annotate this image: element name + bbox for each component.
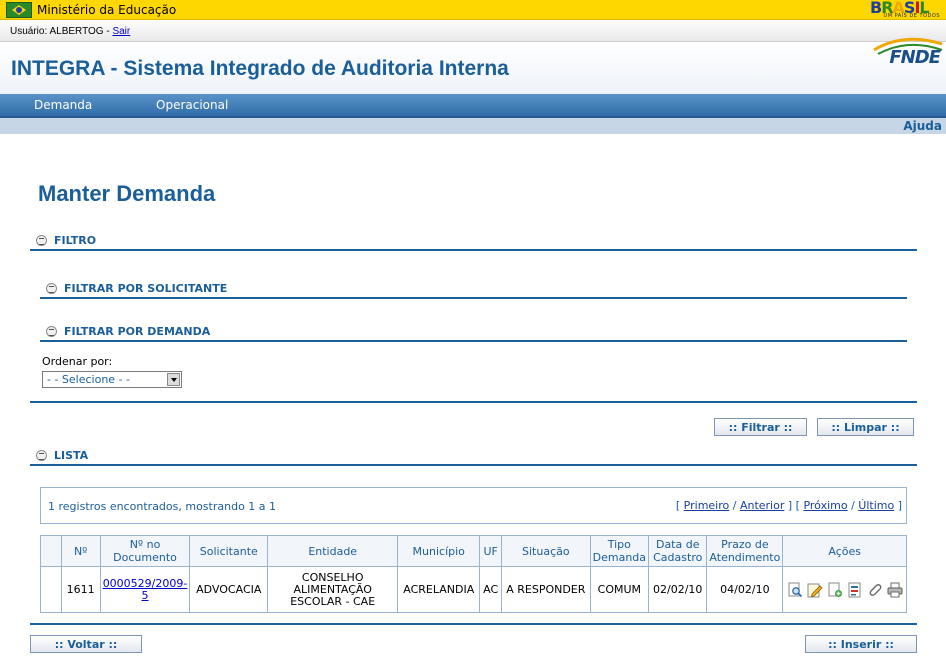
fnde-logo-text: FNDE [889,47,941,68]
table-header-row: Nº Nº no Documento Solicitante Entidade … [40,535,907,567]
lista-divider [30,464,917,466]
edit-icon[interactable] [807,582,823,598]
filter-bottom-divider [30,401,917,403]
cell-documento: 0000529/2009-5 [99,566,191,613]
view-icon[interactable] [787,582,803,598]
collapse-icon[interactable] [36,235,47,246]
user-bar: Usuário: ALBERTOG - Sair [0,20,946,42]
demanda-divider [40,340,907,342]
cell-municipio: ACRELANDIA [397,566,481,613]
col-tipo: Tipo Demanda [589,535,650,567]
gov-title: Ministério da Educação [37,3,177,17]
filtro-demanda-title: FILTRAR POR DEMANDA [64,325,211,338]
filtro-section-header[interactable]: FILTRO [36,234,96,247]
chevron-down-icon[interactable] [167,373,180,386]
fnde-logo: FNDE [864,22,944,68]
brazil-flag-icon [6,2,32,18]
menu-operacional[interactable]: Operacional [156,98,228,112]
collapse-icon[interactable] [46,326,57,337]
ordenar-label: Ordenar por: [42,355,113,368]
limpar-button[interactable]: :: Limpar :: [817,418,914,436]
cell-uf: AC [479,566,502,613]
filtro-solicitante-title: FILTRAR POR SOLICITANTE [64,282,228,295]
documento-link[interactable]: 0000529/2009-5 [103,577,188,602]
cell-data-cadastro: 02/02/10 [648,566,708,613]
app-header: INTEGRA - Sistema Integrado de Auditoria… [0,37,946,94]
bottom-divider [30,623,917,625]
filtro-solicitante-header[interactable]: FILTRAR POR SOLICITANTE [46,282,227,295]
inserir-button[interactable]: :: Inserir :: [805,635,917,653]
lista-section-header[interactable]: LISTA [36,449,88,462]
col-prazo: Prazo de Atendimento [706,535,784,567]
menu-demanda[interactable]: Demanda [34,98,92,112]
pager-last[interactable]: Último [858,499,894,512]
user-label: Usuário: ALBERTOG - [10,26,113,37]
col-documento: Nº no Documento [99,535,191,567]
collapse-icon[interactable] [36,450,47,461]
ordenar-selected-value: - - Selecione - - [47,373,131,386]
app-title: INTEGRA - Sistema Integrado de Auditoria… [11,57,509,80]
user-info: Usuário: ALBERTOG - Sair [10,26,130,37]
cell-situacao: A RESPONDER [501,566,591,613]
col-numero: Nº [60,535,101,567]
col-situacao: Situação [501,535,591,567]
lista-title: LISTA [54,449,89,462]
pager-prev[interactable]: Anterior [740,499,784,512]
menu-bar: Demanda Operacional [0,94,946,118]
help-link[interactable]: Ajuda [903,119,942,133]
pager-first[interactable]: Primeiro [684,499,730,512]
cell-prazo: 04/02/10 [706,566,784,613]
col-uf: UF [479,535,502,567]
ordenar-select[interactable]: - - Selecione - - [42,371,182,388]
gov-bar: Ministério da Educação BRASIL UM PAÍS DE… [0,0,946,20]
cell-entidade: CONSELHO ALIMENTAÇÃO ESCOLAR - CAE [267,566,399,613]
pagination: [ Primeiro / Anterior ] [ Próximo / Últi… [675,499,902,512]
cell-select [40,566,62,613]
cell-tipo: COMUM [589,566,650,613]
filtro-demanda-header[interactable]: FILTRAR POR DEMANDA [46,325,210,338]
logout-link[interactable]: Sair [112,26,130,37]
demandas-table: Nº Nº no Documento Solicitante Entidade … [40,535,907,613]
col-municipio: Município [397,535,481,567]
help-bar: Ajuda [0,118,946,134]
attach-icon[interactable] [867,582,883,598]
voltar-button[interactable]: :: Voltar :: [30,635,142,653]
collapse-icon[interactable] [46,283,57,294]
cell-solicitante: ADVOCACIA [189,566,269,613]
brasil-slogan: UM PAÍS DE TODOS [883,13,940,19]
add-document-icon[interactable] [827,582,843,598]
col-select [40,535,62,567]
cell-numero: 1611 [60,566,101,613]
col-data-cadastro: Data de Cadastro [648,535,708,567]
print-icon[interactable] [887,582,903,598]
col-acoes: Ações [782,535,907,567]
report-icon[interactable] [847,582,863,598]
table-row: 1611 0000529/2009-5 ADVOCACIA CONSELHO A… [40,566,907,613]
cell-acoes [782,566,907,613]
pager-next[interactable]: Próximo [803,499,847,512]
col-solicitante: Solicitante [189,535,269,567]
results-info-box: 1 registros encontrados, mostrando 1 a 1… [40,487,907,524]
filtrar-button[interactable]: :: Filtrar :: [714,418,807,436]
solicitante-divider [40,297,907,299]
col-entidade: Entidade [267,535,399,567]
filtro-title: FILTRO [54,234,97,247]
filtro-divider [30,249,917,251]
results-count: 1 registros encontrados, mostrando 1 a 1 [48,500,277,513]
page-title: Manter Demanda [38,181,216,206]
